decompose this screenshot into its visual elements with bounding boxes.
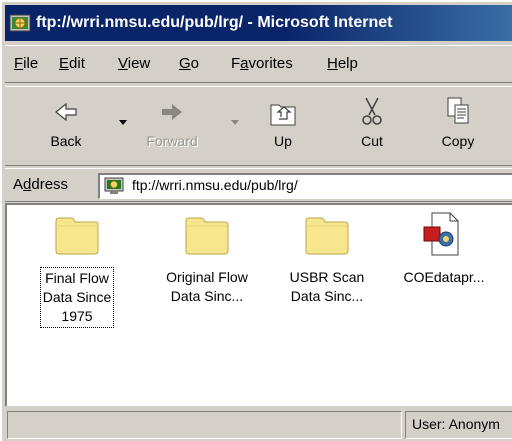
folder-item-final-flow[interactable]: Final Flow Data Since 1975 xyxy=(27,205,127,328)
cut-label: Cut xyxy=(361,133,383,149)
folder-label: USBR Scan Data Sinc... xyxy=(289,269,365,304)
folder-label: Final Flow Data Since 1975 xyxy=(39,267,115,328)
standard-toolbar: Back Forward Up Cut Copy xyxy=(5,86,512,166)
up-button[interactable]: Up xyxy=(257,91,309,163)
menu-view[interactable]: View xyxy=(118,55,150,72)
back-label: Back xyxy=(50,133,82,149)
address-input[interactable]: ftp://wrri.nmsu.edu/pub/lrg/ xyxy=(98,173,512,199)
back-arrow-icon xyxy=(55,102,77,122)
forward-dropdown-arrow-icon[interactable] xyxy=(231,120,239,126)
ie-globe-icon[interactable] xyxy=(9,12,31,34)
back-button[interactable]: Back xyxy=(42,91,90,163)
copy-button[interactable]: Copy xyxy=(428,91,488,163)
folder-item-usbr-scan[interactable]: USBR Scan Data Sinc... xyxy=(277,205,377,307)
forward-arrow-icon xyxy=(162,104,182,120)
address-value: ftp://wrri.nmsu.edu/pub/lrg/ xyxy=(132,177,298,193)
scissors-icon xyxy=(362,97,382,125)
address-label: Address xyxy=(13,176,69,193)
folder-icon xyxy=(185,217,229,255)
ftp-site-icon xyxy=(104,177,124,194)
folder-icon xyxy=(55,217,99,255)
menu-favorites[interactable]: Favorites xyxy=(231,55,293,72)
menu-edit[interactable]: Edit xyxy=(59,55,85,72)
address-bar: Address ftp://wrri.nmsu.edu/pub/lrg/ xyxy=(5,168,512,202)
menu-go[interactable]: Go xyxy=(179,55,199,72)
folder-item-original-flow[interactable]: Original Flow Data Sinc... xyxy=(151,205,263,307)
status-pane-main xyxy=(7,411,402,439)
folder-icon xyxy=(305,217,349,255)
status-bar: User: Anonym xyxy=(5,408,512,441)
cut-button[interactable]: Cut xyxy=(346,91,398,163)
forward-label: Forward xyxy=(146,133,198,149)
file-item-coedata[interactable]: COEdatapr... xyxy=(394,205,494,288)
folder-label: Original Flow Data Sinc... xyxy=(166,269,248,304)
menu-bar: File Edit View Go Favorites Help xyxy=(5,45,512,83)
status-user-text: User: Anonym xyxy=(412,416,500,432)
up-label: Up xyxy=(274,133,292,149)
back-dropdown-arrow-icon[interactable] xyxy=(119,120,127,126)
up-folder-icon xyxy=(270,104,296,126)
copy-icon xyxy=(447,97,469,124)
menu-file[interactable]: File xyxy=(14,55,38,72)
forward-button[interactable]: Forward xyxy=(134,91,210,163)
menu-help[interactable]: Help xyxy=(327,55,358,72)
browser-window: ftp://wrri.nmsu.edu/pub/lrg/ - Microsoft… xyxy=(0,0,512,441)
title-bar[interactable]: ftp://wrri.nmsu.edu/pub/lrg/ - Microsoft… xyxy=(5,5,512,41)
window-title: ftp://wrri.nmsu.edu/pub/lrg/ - Microsoft… xyxy=(36,14,393,31)
document-icon xyxy=(423,212,459,256)
copy-label: Copy xyxy=(441,133,475,149)
status-pane-user: User: Anonym xyxy=(405,411,512,439)
file-list-view[interactable]: Final Flow Data Since 1975 Original Flow… xyxy=(5,203,512,406)
file-label: COEdatapr... xyxy=(403,269,485,285)
